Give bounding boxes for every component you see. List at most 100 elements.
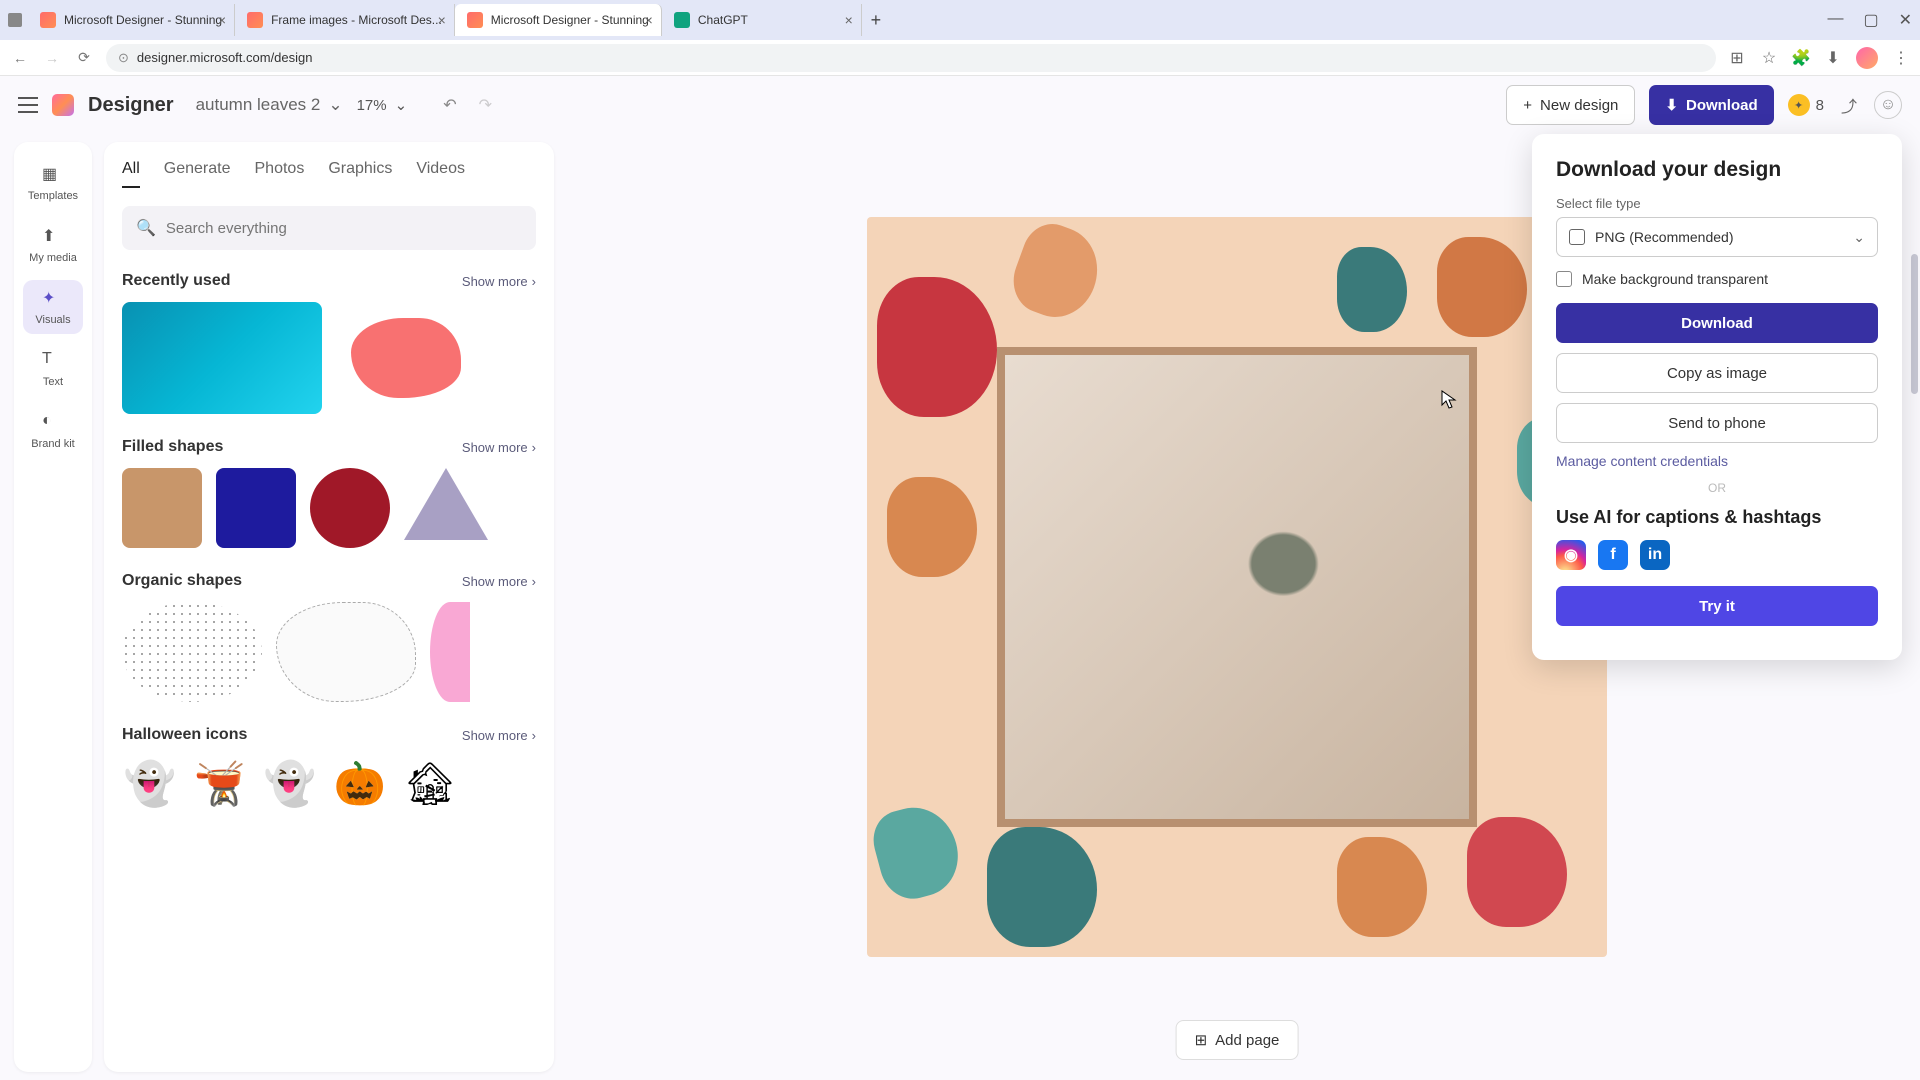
forward-icon[interactable]: → [42, 50, 62, 66]
rail-visuals[interactable]: ✦Visuals [23, 280, 83, 334]
menu-icon[interactable]: ⋮ [1892, 49, 1910, 67]
back-icon[interactable]: ← [10, 50, 30, 66]
profile-avatar-icon[interactable] [1856, 47, 1878, 69]
favorite-icon[interactable]: ☆ [1760, 49, 1778, 67]
browser-tab[interactable]: Frame images - Microsoft Des...× [235, 4, 455, 36]
recent-thumb-blob[interactable] [336, 302, 476, 414]
link-label: Show more [462, 274, 528, 289]
leaf-decoration [987, 827, 1097, 947]
tab-photos[interactable]: Photos [255, 160, 305, 188]
rail-brandkit[interactable]: ◐Brand kit [23, 404, 83, 458]
linkedin-icon[interactable]: in [1640, 540, 1670, 570]
ghost-icon[interactable]: 👻 [262, 756, 318, 812]
download-button[interactable]: ⬇ Download [1649, 85, 1773, 125]
site-info-icon[interactable]: ⊙ [118, 50, 129, 66]
send-to-phone-button[interactable]: Send to phone [1556, 403, 1878, 443]
tab-videos[interactable]: Videos [416, 160, 465, 188]
file-type-select[interactable]: PNG (Recommended) ⌄ [1556, 217, 1878, 257]
add-page-button[interactable]: ⊞ Add page [1176, 1020, 1299, 1060]
project-name: autumn leaves 2 [196, 95, 321, 115]
account-icon[interactable]: ☺ [1874, 91, 1902, 119]
show-more-link[interactable]: Show more› [462, 440, 536, 455]
search-box[interactable]: 🔍 [122, 206, 536, 250]
zoom-control[interactable]: 17% ⌄ [357, 96, 408, 114]
pumpkin-icon[interactable]: 🎃 [332, 756, 388, 812]
cat-photo [1005, 355, 1469, 819]
design-artwork[interactable] [867, 217, 1607, 957]
coin-icon: ✦ [1788, 94, 1810, 116]
tab-generate[interactable]: Generate [164, 160, 231, 188]
browser-tab[interactable]: ChatGPT× [662, 4, 862, 36]
plus-icon: + [1523, 97, 1532, 114]
transparent-checkbox[interactable]: Make background transparent [1556, 271, 1878, 287]
show-more-link[interactable]: Show more › [462, 274, 536, 289]
popover-title: Download your design [1556, 158, 1878, 182]
close-icon[interactable]: × [845, 12, 853, 28]
leaf-decoration [867, 798, 967, 906]
minimize-icon[interactable]: — [1827, 10, 1843, 30]
undo-icon[interactable]: ↶ [443, 95, 456, 115]
section-title: Filled shapes [122, 438, 223, 456]
shape-triangle[interactable] [404, 468, 488, 540]
project-name-dropdown[interactable]: autumn leaves 2 ⌄ [196, 95, 343, 115]
main-area: ▦Templates ⬆My media ✦Visuals TText ◐Bra… [0, 134, 1920, 1080]
tab-graphics[interactable]: Graphics [328, 160, 392, 188]
chevron-down-icon: ⌄ [328, 95, 342, 115]
search-input[interactable] [166, 220, 522, 237]
redo-icon[interactable]: ↷ [479, 95, 492, 115]
photo-frame [997, 347, 1477, 827]
shape-circle-red[interactable] [310, 468, 390, 548]
chevron-down-icon: ⌄ [1853, 229, 1865, 246]
browser-tab[interactable]: Microsoft Designer - Stunning× [28, 4, 235, 36]
haunted-house-icon[interactable]: 🏚 [402, 756, 458, 812]
download-confirm-button[interactable]: Download [1556, 303, 1878, 343]
organic-shape-dots[interactable] [122, 602, 262, 702]
show-more-link[interactable]: Show more› [462, 574, 536, 589]
tabs-menu-icon[interactable] [8, 13, 22, 27]
favicon-designer-icon [247, 12, 263, 28]
tab-all[interactable]: All [122, 160, 140, 188]
app-root: Designer autumn leaves 2 ⌄ 17% ⌄ ↶ ↷ + N… [0, 76, 1920, 1080]
zoom-value: 17% [357, 97, 387, 114]
organic-shape-blob[interactable] [276, 602, 416, 702]
rail-mymedia[interactable]: ⬆My media [23, 218, 83, 272]
browser-tab[interactable]: Microsoft Designer - Stunning× [455, 4, 662, 36]
canvas-area[interactable]: ⊞ Add page Download your design Select f… [554, 134, 1920, 1080]
rail-text[interactable]: TText [23, 342, 83, 396]
rail-templates[interactable]: ▦Templates [23, 156, 83, 210]
left-rail: ▦Templates ⬆My media ✦Visuals TText ◐Bra… [14, 142, 92, 1072]
close-icon[interactable]: × [218, 12, 226, 28]
try-it-button[interactable]: Try it [1556, 586, 1878, 626]
recent-thumb-gradient[interactable] [122, 302, 322, 414]
organic-shape-pink[interactable] [430, 602, 470, 702]
downloads-icon[interactable]: ⬇ [1824, 49, 1842, 67]
hamburger-menu-icon[interactable] [18, 97, 38, 113]
shape-square-blue[interactable] [216, 468, 296, 548]
new-tab-button[interactable]: + [862, 6, 890, 34]
copy-image-button[interactable]: Copy as image [1556, 353, 1878, 393]
instagram-icon[interactable]: ◉ [1556, 540, 1586, 570]
ghost-icon[interactable]: 👻 [122, 756, 178, 812]
tab-title: Microsoft Designer - Stunning [64, 13, 222, 27]
shape-square-tan[interactable] [122, 468, 202, 548]
social-icons: ◉ f in [1556, 540, 1878, 570]
link-label: Show more [462, 728, 528, 743]
share-icon[interactable]: ⤴ [1838, 94, 1860, 116]
manage-credentials-link[interactable]: Manage content credentials [1556, 453, 1878, 469]
facebook-icon[interactable]: f [1598, 540, 1628, 570]
extensions-icon[interactable]: 🧩 [1792, 49, 1810, 67]
cauldron-icon[interactable]: 🫕 [192, 756, 248, 812]
button-label: Download [1686, 97, 1758, 114]
close-icon[interactable]: × [645, 12, 653, 28]
chevron-right-icon: › [532, 274, 536, 289]
reload-icon[interactable]: ⟳ [74, 49, 94, 66]
credits-badge[interactable]: ✦ 8 [1788, 94, 1824, 116]
tab-title: Frame images - Microsoft Des... [271, 13, 442, 27]
show-more-link[interactable]: Show more› [462, 728, 536, 743]
close-window-icon[interactable]: ✕ [1899, 10, 1912, 30]
url-bar[interactable]: ⊙ designer.microsoft.com/design [106, 44, 1716, 72]
maximize-icon[interactable]: ▢ [1863, 10, 1878, 30]
install-app-icon[interactable]: ⊞ [1728, 49, 1746, 67]
new-design-button[interactable]: + New design [1506, 85, 1635, 125]
close-icon[interactable]: × [438, 12, 446, 28]
